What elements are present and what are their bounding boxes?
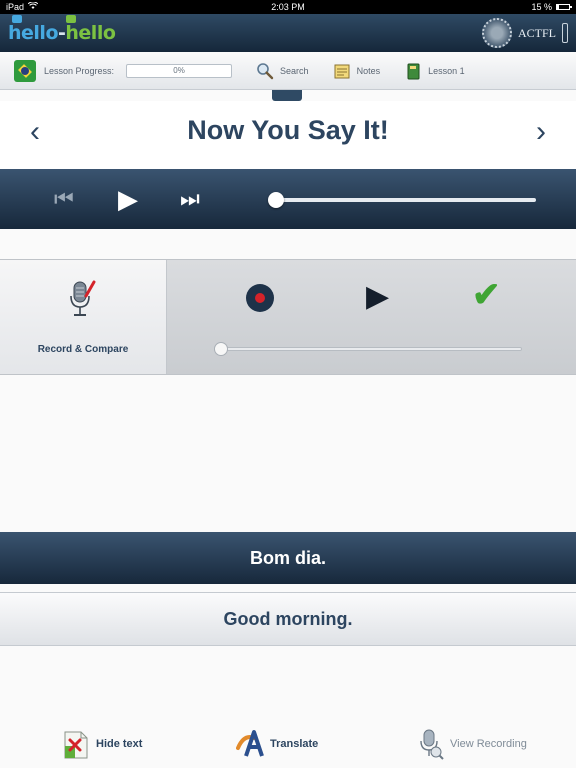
page-title: Now You Say It! (187, 115, 389, 145)
search-icon (256, 62, 274, 80)
lesson-button[interactable]: Lesson 1 (404, 62, 465, 80)
microphone-icon (68, 280, 96, 316)
device-name: iPad (6, 2, 25, 12)
notes-icon (333, 62, 351, 80)
actfl-seal-icon (481, 18, 512, 48)
phrase-translation: Good morning. (0, 592, 576, 646)
screen-title-bar: ‹ Now You Say It! › (0, 101, 576, 169)
pull-tab[interactable] (272, 90, 302, 101)
status-bar: iPad 2:03 PM 15 % (0, 0, 576, 14)
play-recording-button[interactable]: ▶ (366, 282, 389, 312)
search-button[interactable]: Search (256, 62, 309, 80)
record-compare-tab[interactable]: Record & Compare (0, 260, 167, 374)
bottom-toolbar: Hide text Translate View Recording (0, 722, 576, 768)
battery-percent: 15 % (531, 2, 552, 12)
view-recording-label: View Recording (450, 738, 527, 750)
hide-text-button[interactable]: Hide text (62, 728, 142, 760)
progress-label: Lesson Progress: (44, 65, 115, 76)
search-label: Search (280, 65, 309, 76)
lesson-toolbar: Lesson Progress: 0% Search Notes Lesson … (0, 52, 576, 90)
view-recording-button[interactable]: View Recording (416, 728, 527, 760)
menu-handle-icon[interactable] (562, 23, 568, 43)
partner-logo: ACTFL (481, 18, 568, 48)
brazil-flag-icon[interactable] (14, 59, 36, 82)
play-button[interactable]: ▶ (118, 186, 138, 212)
progress-value: 0% (173, 65, 185, 75)
lesson-label: Lesson 1 (428, 65, 465, 76)
app-header: hello-hello ACTFL (0, 14, 576, 52)
hello-hello-logo: hello-hello (8, 15, 116, 44)
hide-text-icon (62, 728, 90, 760)
speech-bubble-icon (12, 15, 22, 23)
skip-back-button[interactable]: ⏮ (54, 187, 74, 211)
record-compare-label: Record & Compare (37, 344, 129, 355)
compare-checkmark-button[interactable]: ✔ (472, 278, 501, 312)
record-button[interactable] (246, 284, 274, 312)
hide-text-label: Hide text (96, 738, 143, 750)
wifi-icon (27, 1, 39, 12)
recording-scrubber-track[interactable] (220, 347, 522, 351)
audio-player: ⏮ ▶ ⏭ (0, 169, 576, 229)
notes-button[interactable]: Notes (333, 62, 381, 80)
translate-button[interactable]: Translate (236, 728, 318, 760)
status-time: 2:03 PM (271, 2, 305, 12)
notes-label: Notes (356, 65, 381, 76)
next-button[interactable]: › (526, 115, 556, 149)
translate-label: Translate (270, 738, 319, 750)
audio-scrubber-track[interactable] (276, 198, 536, 202)
lesson-progress-bar: 0% (126, 63, 233, 78)
record-compare-panel: Record & Compare ▶ ✔ (0, 259, 576, 375)
skip-forward-button[interactable]: ⏭ (180, 187, 200, 211)
recording-scrubber-handle[interactable] (214, 342, 228, 356)
translate-icon (236, 728, 264, 760)
battery-icon (556, 4, 572, 10)
speech-bubble-icon (66, 15, 76, 23)
recording-icon (416, 728, 444, 760)
book-icon (404, 62, 422, 80)
partner-name: ACTFL (517, 25, 556, 40)
audio-scrubber-handle[interactable] (268, 192, 284, 208)
target-phrase: Bom dia. (0, 532, 576, 584)
